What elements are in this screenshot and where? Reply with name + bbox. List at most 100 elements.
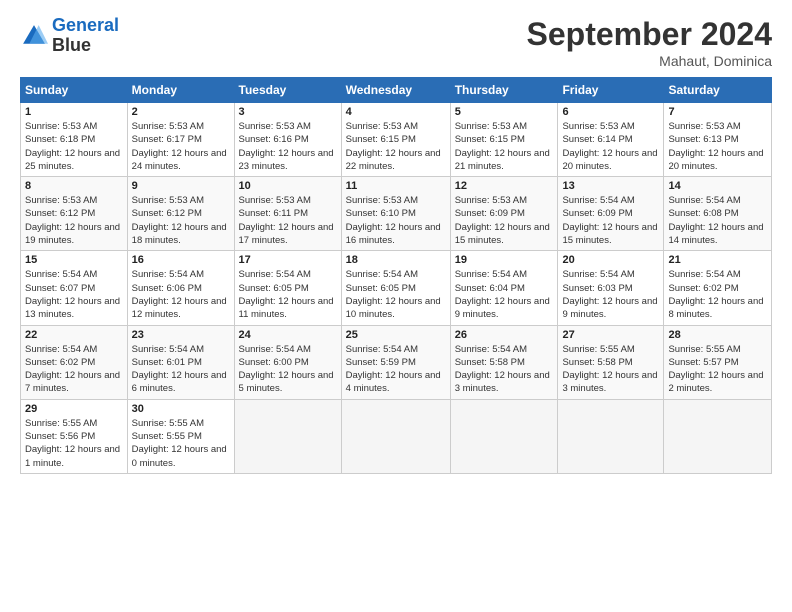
day-number: 22 [25,329,123,341]
calendar-cell: 1 Sunrise: 5:53 AMSunset: 6:18 PMDayligh… [21,103,128,177]
day-detail: Sunrise: 5:53 AMSunset: 6:09 PMDaylight:… [455,195,550,246]
month-title: September 2024 [527,16,772,53]
calendar-cell: 15 Sunrise: 5:54 AMSunset: 6:07 PMDaylig… [21,251,128,325]
day-number: 2 [132,106,230,118]
day-number: 25 [346,329,446,341]
calendar-cell [664,399,772,473]
logo: GeneralBlue [20,16,119,56]
col-header-wednesday: Wednesday [341,78,450,103]
calendar-cell: 13 Sunrise: 5:54 AMSunset: 6:09 PMDaylig… [558,177,664,251]
day-detail: Sunrise: 5:54 AMSunset: 6:09 PMDaylight:… [562,195,657,246]
calendar-cell: 6 Sunrise: 5:53 AMSunset: 6:14 PMDayligh… [558,103,664,177]
day-detail: Sunrise: 5:54 AMSunset: 5:58 PMDaylight:… [455,344,550,395]
calendar-cell: 17 Sunrise: 5:54 AMSunset: 6:05 PMDaylig… [234,251,341,325]
day-number: 6 [562,106,659,118]
day-number: 11 [346,180,446,192]
day-number: 13 [562,180,659,192]
col-header-tuesday: Tuesday [234,78,341,103]
calendar-cell: 10 Sunrise: 5:53 AMSunset: 6:11 PMDaylig… [234,177,341,251]
title-block: September 2024 Mahaut, Dominica [527,16,772,69]
day-detail: Sunrise: 5:53 AMSunset: 6:15 PMDaylight:… [455,121,550,172]
calendar-cell: 20 Sunrise: 5:54 AMSunset: 6:03 PMDaylig… [558,251,664,325]
day-detail: Sunrise: 5:55 AMSunset: 5:55 PMDaylight:… [132,418,227,469]
calendar-cell: 8 Sunrise: 5:53 AMSunset: 6:12 PMDayligh… [21,177,128,251]
day-number: 5 [455,106,554,118]
day-detail: Sunrise: 5:54 AMSunset: 6:01 PMDaylight:… [132,344,227,395]
calendar-cell: 11 Sunrise: 5:53 AMSunset: 6:10 PMDaylig… [341,177,450,251]
calendar-cell: 28 Sunrise: 5:55 AMSunset: 5:57 PMDaylig… [664,325,772,399]
day-number: 27 [562,329,659,341]
day-detail: Sunrise: 5:54 AMSunset: 6:06 PMDaylight:… [132,269,227,320]
day-number: 19 [455,254,554,266]
calendar-cell: 12 Sunrise: 5:53 AMSunset: 6:09 PMDaylig… [450,177,558,251]
calendar-cell: 27 Sunrise: 5:55 AMSunset: 5:58 PMDaylig… [558,325,664,399]
day-detail: Sunrise: 5:53 AMSunset: 6:13 PMDaylight:… [668,121,763,172]
day-detail: Sunrise: 5:54 AMSunset: 6:02 PMDaylight:… [668,269,763,320]
logo-text: GeneralBlue [52,16,119,56]
day-detail: Sunrise: 5:53 AMSunset: 6:18 PMDaylight:… [25,121,120,172]
day-detail: Sunrise: 5:54 AMSunset: 6:05 PMDaylight:… [239,269,334,320]
day-number: 17 [239,254,337,266]
day-number: 29 [25,403,123,415]
calendar-cell: 23 Sunrise: 5:54 AMSunset: 6:01 PMDaylig… [127,325,234,399]
day-detail: Sunrise: 5:54 AMSunset: 6:02 PMDaylight:… [25,344,120,395]
calendar-cell: 29 Sunrise: 5:55 AMSunset: 5:56 PMDaylig… [21,399,128,473]
calendar-cell: 30 Sunrise: 5:55 AMSunset: 5:55 PMDaylig… [127,399,234,473]
calendar-cell: 3 Sunrise: 5:53 AMSunset: 6:16 PMDayligh… [234,103,341,177]
day-detail: Sunrise: 5:54 AMSunset: 5:59 PMDaylight:… [346,344,441,395]
day-number: 26 [455,329,554,341]
day-number: 8 [25,180,123,192]
calendar-cell: 24 Sunrise: 5:54 AMSunset: 6:00 PMDaylig… [234,325,341,399]
col-header-thursday: Thursday [450,78,558,103]
day-number: 4 [346,106,446,118]
day-number: 14 [668,180,767,192]
logo-icon [20,22,48,50]
day-number: 1 [25,106,123,118]
day-detail: Sunrise: 5:53 AMSunset: 6:10 PMDaylight:… [346,195,441,246]
day-detail: Sunrise: 5:55 AMSunset: 5:57 PMDaylight:… [668,344,763,395]
day-number: 10 [239,180,337,192]
day-detail: Sunrise: 5:55 AMSunset: 5:56 PMDaylight:… [25,418,120,469]
day-detail: Sunrise: 5:53 AMSunset: 6:16 PMDaylight:… [239,121,334,172]
calendar-cell: 4 Sunrise: 5:53 AMSunset: 6:15 PMDayligh… [341,103,450,177]
day-number: 7 [668,106,767,118]
day-number: 15 [25,254,123,266]
day-detail: Sunrise: 5:54 AMSunset: 6:03 PMDaylight:… [562,269,657,320]
day-detail: Sunrise: 5:53 AMSunset: 6:11 PMDaylight:… [239,195,334,246]
day-detail: Sunrise: 5:53 AMSunset: 6:15 PMDaylight:… [346,121,441,172]
calendar-cell [341,399,450,473]
day-number: 20 [562,254,659,266]
day-detail: Sunrise: 5:54 AMSunset: 6:08 PMDaylight:… [668,195,763,246]
day-detail: Sunrise: 5:53 AMSunset: 6:17 PMDaylight:… [132,121,227,172]
day-number: 24 [239,329,337,341]
calendar-cell: 18 Sunrise: 5:54 AMSunset: 6:05 PMDaylig… [341,251,450,325]
location: Mahaut, Dominica [527,53,772,69]
day-number: 21 [668,254,767,266]
day-number: 12 [455,180,554,192]
day-number: 30 [132,403,230,415]
day-number: 16 [132,254,230,266]
calendar-cell: 14 Sunrise: 5:54 AMSunset: 6:08 PMDaylig… [664,177,772,251]
calendar-cell [558,399,664,473]
calendar-cell: 2 Sunrise: 5:53 AMSunset: 6:17 PMDayligh… [127,103,234,177]
week-row-1: 1 Sunrise: 5:53 AMSunset: 6:18 PMDayligh… [21,103,772,177]
day-number: 28 [668,329,767,341]
col-header-monday: Monday [127,78,234,103]
day-detail: Sunrise: 5:53 AMSunset: 6:14 PMDaylight:… [562,121,657,172]
week-row-4: 22 Sunrise: 5:54 AMSunset: 6:02 PMDaylig… [21,325,772,399]
week-row-5: 29 Sunrise: 5:55 AMSunset: 5:56 PMDaylig… [21,399,772,473]
calendar-table: SundayMondayTuesdayWednesdayThursdayFrid… [20,77,772,474]
col-header-friday: Friday [558,78,664,103]
calendar-cell: 9 Sunrise: 5:53 AMSunset: 6:12 PMDayligh… [127,177,234,251]
calendar-cell: 21 Sunrise: 5:54 AMSunset: 6:02 PMDaylig… [664,251,772,325]
col-header-sunday: Sunday [21,78,128,103]
week-row-2: 8 Sunrise: 5:53 AMSunset: 6:12 PMDayligh… [21,177,772,251]
calendar-cell: 19 Sunrise: 5:54 AMSunset: 6:04 PMDaylig… [450,251,558,325]
day-detail: Sunrise: 5:54 AMSunset: 6:05 PMDaylight:… [346,269,441,320]
calendar-cell: 22 Sunrise: 5:54 AMSunset: 6:02 PMDaylig… [21,325,128,399]
day-detail: Sunrise: 5:55 AMSunset: 5:58 PMDaylight:… [562,344,657,395]
day-detail: Sunrise: 5:54 AMSunset: 6:07 PMDaylight:… [25,269,120,320]
day-detail: Sunrise: 5:54 AMSunset: 6:00 PMDaylight:… [239,344,334,395]
page: GeneralBlue September 2024 Mahaut, Domin… [0,0,792,612]
calendar-cell [234,399,341,473]
